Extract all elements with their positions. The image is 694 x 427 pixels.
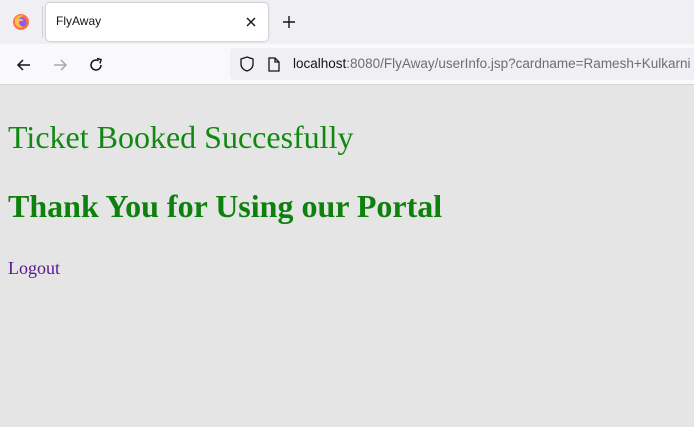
plus-icon[interactable]	[277, 10, 301, 34]
url-text[interactable]: localhost:8080/FlyAway/userInfo.jsp?card…	[293, 56, 690, 71]
url-host: localhost	[293, 56, 347, 71]
tab-title: FlyAway	[56, 14, 102, 28]
logout-link[interactable]: Logout	[8, 258, 60, 279]
tab-strip: FlyAway	[0, 0, 694, 44]
address-bar[interactable]: localhost:8080/FlyAway/userInfo.jsp?card…	[230, 48, 694, 80]
reload-icon[interactable]	[82, 51, 110, 79]
url-path: :8080/FlyAway/userInfo.jsp?cardname=Rame…	[346, 56, 691, 71]
page-icon[interactable]	[266, 56, 282, 72]
back-arrow-icon[interactable]	[10, 51, 38, 79]
tab-separator	[42, 6, 43, 38]
booking-success-message: Ticket Booked Succesfully	[8, 119, 354, 155]
thank-you-heading: Thank You for Using our Portal	[8, 188, 443, 224]
shield-icon[interactable]	[239, 56, 255, 72]
tab-flyaway[interactable]: FlyAway	[46, 3, 268, 41]
page-content: Ticket Booked Succesfully Thank You for …	[0, 85, 694, 427]
navigation-bar: localhost:8080/FlyAway/userInfo.jsp?card…	[0, 44, 694, 85]
forward-arrow-icon[interactable]	[46, 51, 74, 79]
close-icon[interactable]	[240, 11, 262, 33]
firefox-icon[interactable]	[2, 4, 40, 40]
